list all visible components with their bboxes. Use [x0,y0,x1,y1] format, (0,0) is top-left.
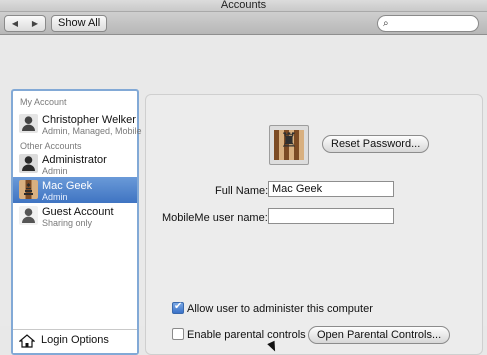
search-icon: ⌕ [383,18,389,29]
login-options-label: Login Options [41,334,109,346]
account-picture[interactable]: ♜ [269,125,309,165]
full-name-value: Mac Geek [272,183,323,195]
login-options-row[interactable]: Login Options [13,329,137,353]
back-icon: ◀ [11,19,19,28]
account-name: Mac Geek [42,180,93,192]
mobileme-label: MobileMe user name: [162,212,268,224]
account-subtitle: Sharing only [42,218,93,228]
user-avatar-icon [19,114,38,133]
account-christopher-welker[interactable]: Christopher Welker Admin, Managed, Mobil… [13,111,142,137]
show-all-button[interactable]: Show All [51,15,108,32]
house-icon [18,334,36,351]
checkmark-icon: ✔ [174,301,183,312]
chess-piece-icon: ♜ [280,130,298,152]
account-subtitle: Admin [42,166,68,176]
mobileme-field[interactable] [268,208,394,224]
parental-controls-checkbox[interactable] [172,328,184,340]
account-details-panel: ♜ Reset Password... Full Name: Mac Geek … [145,94,483,355]
account-name: Christopher Welker [42,114,136,126]
guest-avatar-icon [19,206,38,225]
admin-avatar-icon [19,154,38,173]
account-administrator[interactable]: Administrator Admin [13,151,137,177]
open-parental-controls-button[interactable]: Open Parental Controls... [308,326,451,344]
back-button[interactable]: ◀ [4,15,26,32]
my-account-header: My Account [20,97,67,107]
forward-button[interactable]: ▶ [25,15,46,32]
chess-avatar-icon [19,180,38,199]
content-area: My Account Christopher Welker Admin, Man… [0,35,487,355]
search-field[interactable]: ⌕ [377,15,479,32]
account-subtitle: Admin, Managed, Mobile [42,126,142,136]
other-accounts-header: Other Accounts [20,141,82,151]
toolbar: ◀ ▶ Show All ⌕ [0,12,487,35]
allow-admin-checkbox[interactable]: ✔ [172,301,184,314]
account-name: Guest Account [42,206,114,218]
allow-admin-label: Allow user to administer this computer [187,303,373,315]
reset-password-button[interactable]: Reset Password... [322,135,430,153]
account-mac-geek[interactable]: Mac Geek Admin [13,177,137,203]
accounts-sidebar: My Account Christopher Welker Admin, Man… [11,89,142,355]
forward-icon: ▶ [31,19,39,28]
account-subtitle: Admin [42,192,68,202]
parental-controls-label: Enable parental controls [187,329,306,341]
window-title: Accounts [0,0,487,12]
full-name-field[interactable]: Mac Geek [268,181,394,197]
account-name: Administrator [42,154,107,166]
full-name-label: Full Name: [215,185,269,197]
account-guest[interactable]: Guest Account Sharing only [13,203,137,229]
